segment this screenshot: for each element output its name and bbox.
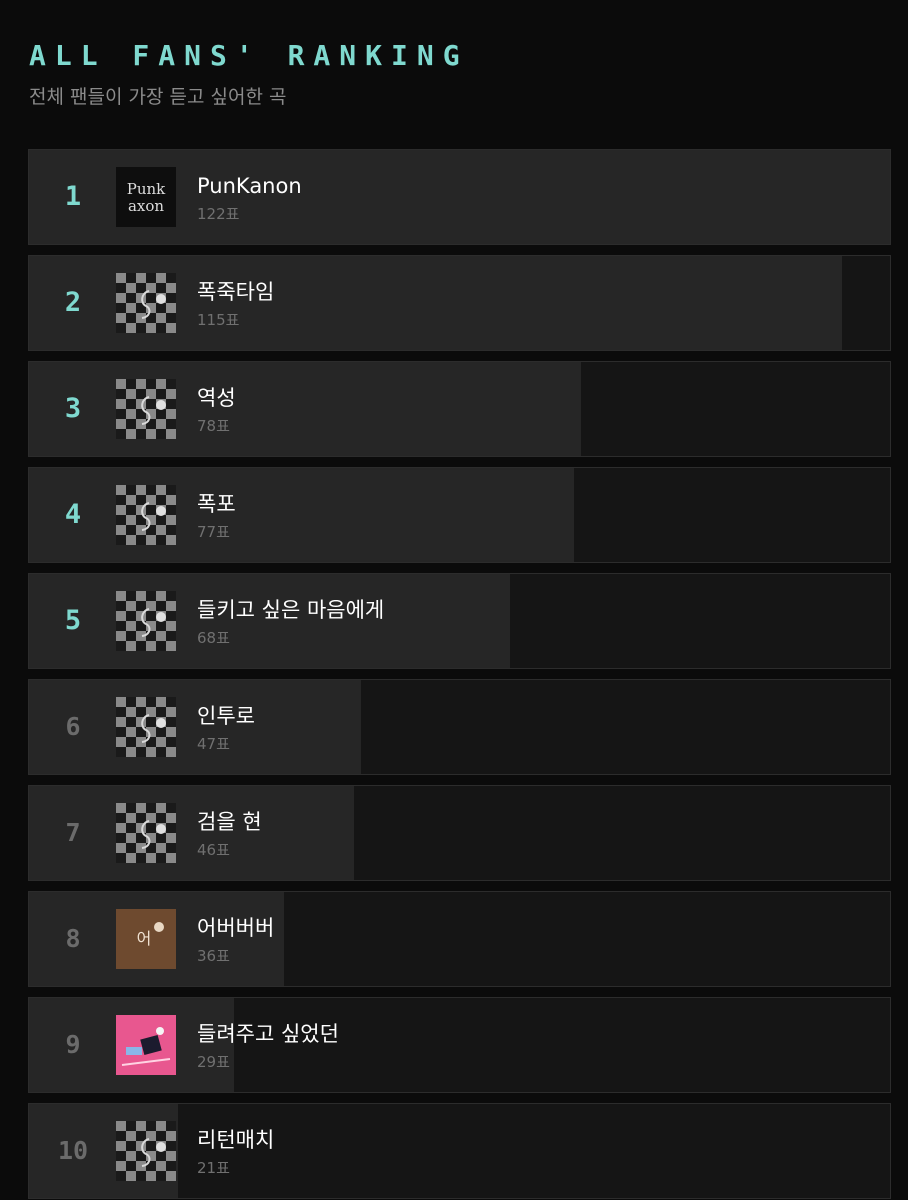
ranking-row[interactable]: 3 역성 78표	[28, 361, 891, 457]
ranking-row[interactable]: 5 들키고 싶은 마음에게 68표	[28, 573, 891, 669]
ranking-row[interactable]: 10 리턴매치 21표	[28, 1103, 891, 1199]
album-cover-checkered-cover	[116, 273, 176, 333]
rank-number: 9	[65, 1030, 81, 1059]
ranking-row[interactable]: 4 폭포 77표	[28, 467, 891, 563]
album-cover-checkered-cover	[116, 1121, 176, 1181]
vote-count: 47표	[197, 735, 230, 753]
album-cover-checkered-cover	[116, 379, 176, 439]
vote-count: 115표	[197, 311, 240, 329]
vote-count: 78표	[197, 417, 230, 435]
vote-count: 68표	[197, 629, 230, 647]
ranking-row[interactable]: 7 검을 현 46표	[28, 785, 891, 881]
song-title: 폭포	[197, 492, 236, 516]
page-header: ALL FANS' RANKING 전체 팬들이 가장 듣고 싶어한 곡	[29, 38, 469, 110]
song-title: 역성	[197, 386, 236, 410]
page-subtitle: 전체 팬들이 가장 듣고 싶어한 곡	[29, 86, 287, 108]
ranking-row[interactable]: 9 들려주고 싶었던 29표	[28, 997, 891, 1093]
ranking-list: 1 Punk axon PunKanon 122표 2 폭죽타임 115표 3 역성 78표 4 폭포 7…	[28, 149, 891, 1200]
page-title: ALL FANS' RANKING	[29, 39, 469, 72]
rank-number: 5	[64, 605, 82, 636]
svg-text:axon: axon	[128, 197, 164, 215]
song-title: 어버버버	[197, 916, 275, 940]
album-cover-checkered-cover	[116, 591, 176, 651]
ranking-row[interactable]: 1 Punk axon PunKanon 122표	[28, 149, 891, 245]
rank-number: 7	[65, 818, 81, 847]
ranking-row[interactable]: 8 어 어버버버 36표	[28, 891, 891, 987]
album-cover-checkered-cover	[116, 485, 176, 545]
rank-number: 6	[65, 712, 81, 741]
song-title: PunKanon	[197, 174, 302, 198]
song-title: 인투로	[197, 704, 255, 728]
svg-text:어: 어	[137, 929, 152, 948]
vote-count: 21표	[197, 1159, 230, 1177]
vote-count: 122표	[197, 205, 240, 223]
song-title: 들키고 싶은 마음에게	[197, 598, 385, 622]
song-title: 폭죽타임	[197, 280, 275, 304]
vote-count: 77표	[197, 523, 230, 541]
rank-number: 10	[57, 1136, 89, 1165]
vote-count: 36표	[197, 947, 230, 965]
song-title: 들려주고 싶었던	[197, 1022, 339, 1046]
ranking-row[interactable]: 6 인투로 47표	[28, 679, 891, 775]
album-cover-punkanon-cover: Punk axon	[116, 167, 176, 227]
svg-text:Punk: Punk	[127, 180, 166, 198]
ranking-row[interactable]: 2 폭죽타임 115표	[28, 255, 891, 351]
rank-number: 8	[65, 924, 81, 953]
album-cover-brown-cover: 어	[116, 909, 176, 969]
vote-count: 46표	[197, 841, 230, 859]
rank-number: 1	[64, 181, 82, 212]
album-cover-pink-cover	[116, 1015, 176, 1075]
song-title: 검을 현	[197, 810, 262, 834]
vote-count: 29표	[197, 1053, 230, 1071]
rank-number: 3	[64, 393, 82, 424]
album-cover-checkered-cover	[116, 697, 176, 757]
album-cover-checkered-cover	[116, 803, 176, 863]
rank-number: 2	[64, 287, 82, 318]
rank-number: 4	[64, 499, 82, 530]
song-title: 리턴매치	[197, 1128, 275, 1152]
